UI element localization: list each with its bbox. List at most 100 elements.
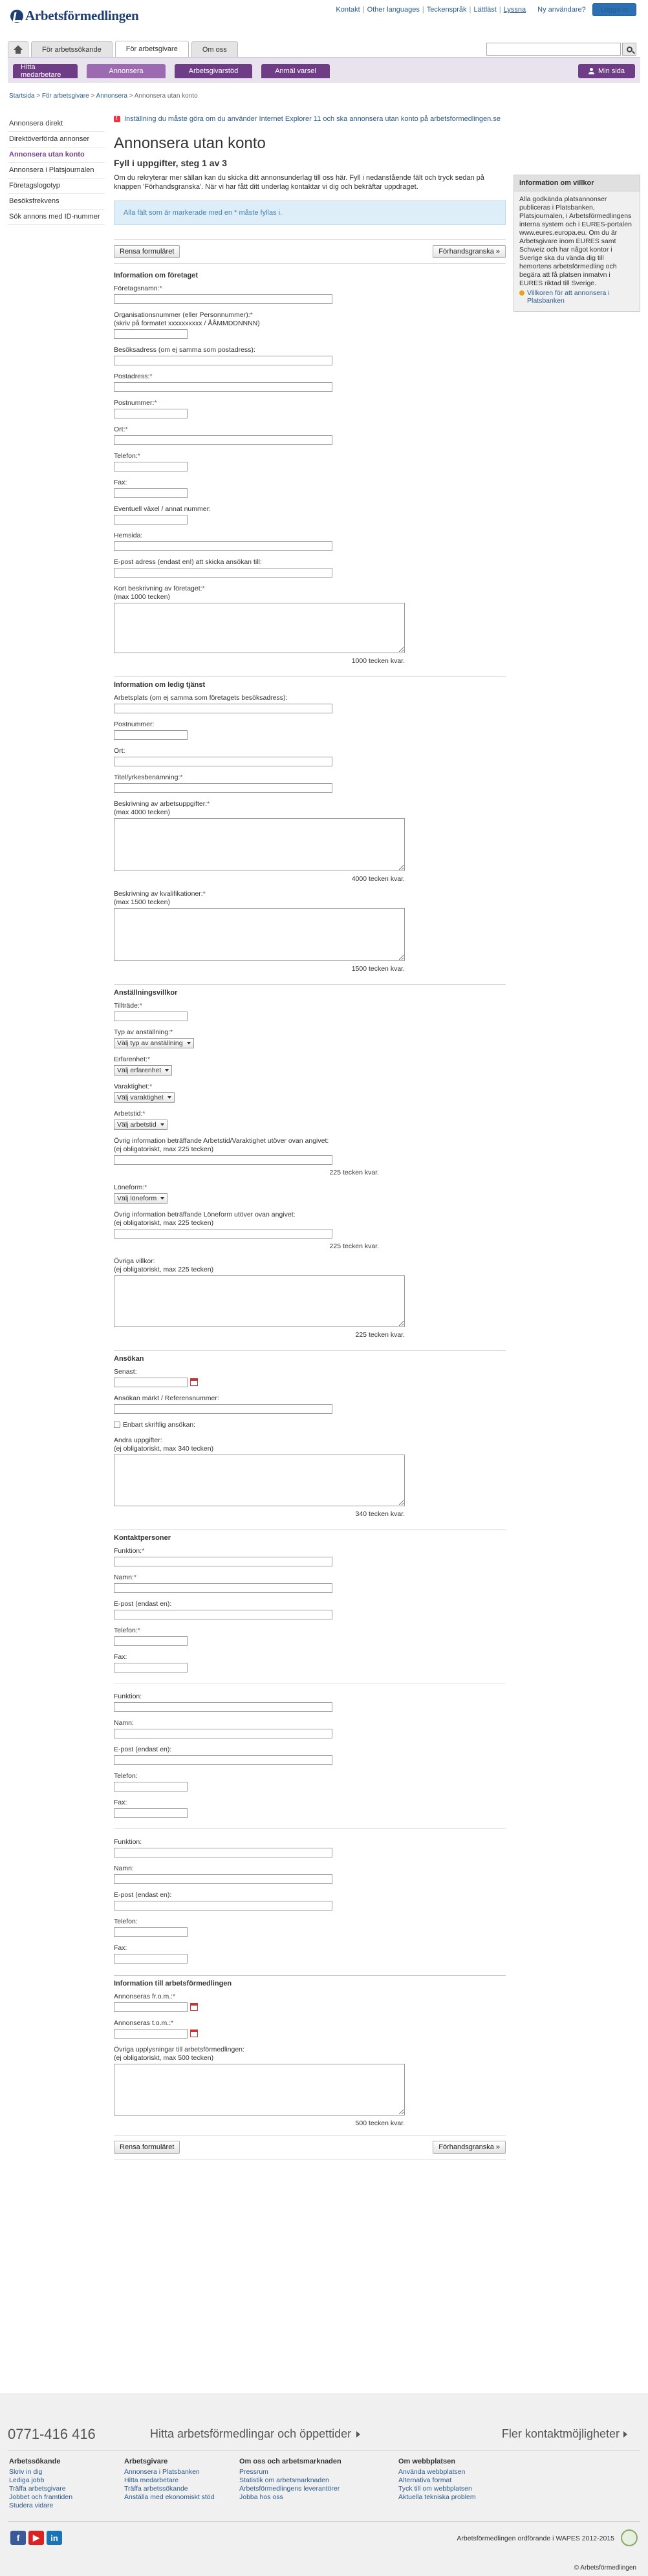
contact-fax-input[interactable] (114, 1808, 188, 1818)
workplace-input[interactable] (114, 704, 332, 713)
post-address-input[interactable] (114, 382, 332, 392)
footer-link[interactable]: Arbetsförmedlingens leverantörer (239, 2485, 398, 2493)
company-name-input[interactable] (114, 294, 332, 304)
footer-link[interactable]: Tyck till om webbplatsen (398, 2485, 513, 2493)
reference-input[interactable] (114, 1404, 332, 1414)
job-ort-input[interactable] (114, 757, 332, 766)
terms-link-text[interactable]: Villkoren för att annonsera i Platsbanke… (527, 289, 634, 305)
sidebar-item-platsjournalen[interactable]: Annonsera i Platsjournalen (8, 163, 105, 179)
footer-more-contact[interactable]: Fler kontaktmöjligheter (502, 2427, 627, 2441)
sidebar-item-besoksfrekvens[interactable]: Besöksfrekvens (8, 194, 105, 210)
switch-input[interactable] (114, 515, 188, 525)
other-hours-input[interactable] (114, 1155, 332, 1165)
terms-link[interactable]: Villkoren för att annonsera i Platsbanke… (514, 288, 640, 306)
footer-find-offices-text[interactable]: Hitta arbetsförmedlingar och öppettider (150, 2427, 351, 2441)
visit-address-input[interactable] (114, 356, 332, 365)
link-other-languages[interactable]: Other languages (367, 6, 420, 14)
contact-function-input[interactable] (114, 1702, 332, 1712)
contact-name-input[interactable] (114, 1583, 332, 1593)
fax-input[interactable] (114, 488, 188, 498)
footer-link[interactable]: Jobbet och framtiden (9, 2493, 124, 2502)
contact-email-input[interactable] (114, 1610, 332, 1619)
reset-form-button[interactable]: Rensa formuläret (114, 2141, 180, 2154)
nav-anmal-varsel[interactable]: Anmäl varsel (261, 64, 330, 78)
hours-select[interactable]: Välj arbetstid (114, 1120, 167, 1130)
contact-phone-input[interactable] (114, 1636, 188, 1646)
other-terms-textarea[interactable] (114, 1275, 405, 1327)
link-lattlast[interactable]: Lättläst (473, 6, 496, 14)
linkedin-icon[interactable]: in (47, 2531, 62, 2545)
link-teckensprak[interactable]: Teckenspråk (427, 6, 467, 14)
contact-email-input[interactable] (114, 1755, 332, 1765)
breadcrumb-item[interactable]: Startsida (9, 92, 34, 100)
written-only-checkbox[interactable] (114, 1422, 120, 1429)
from-date-input[interactable] (114, 2002, 188, 2012)
footer-link[interactable]: Studera vidare (9, 2502, 124, 2510)
last-date-input[interactable] (114, 1378, 188, 1387)
footer-link[interactable]: Skriv in dig (9, 2468, 124, 2476)
homepage-input[interactable] (114, 541, 332, 551)
contact-fax-input[interactable] (114, 1954, 188, 1964)
email-input[interactable] (114, 568, 332, 578)
link-kontakt[interactable]: Kontakt (336, 6, 360, 14)
calendar-icon[interactable] (190, 2029, 198, 2038)
youtube-icon[interactable]: ▶ (28, 2531, 44, 2545)
to-date-input[interactable] (114, 2029, 188, 2039)
footer-link[interactable]: Alternativa format (398, 2476, 513, 2485)
footer-link[interactable]: Anställa med ekonomiskt stöd (124, 2493, 239, 2502)
postnr-input[interactable] (114, 409, 188, 418)
footer-link[interactable]: Pressrum (239, 2468, 398, 2476)
home-tab[interactable] (8, 41, 28, 57)
sidebar-item-utan-konto[interactable]: Annonsera utan konto (8, 147, 105, 163)
login-button[interactable]: Logga in (592, 3, 636, 16)
contact-name-input[interactable] (114, 1729, 332, 1738)
footer-link[interactable]: Aktuella tekniska problem (398, 2493, 513, 2502)
footer-link[interactable]: Annonsera i Platsbanken (124, 2468, 239, 2476)
start-input[interactable] (114, 1012, 188, 1021)
company-desc-textarea[interactable] (114, 603, 405, 653)
footer-link[interactable]: Statistik om arbetsmarknaden (239, 2476, 398, 2485)
sidebar-item-logotyp[interactable]: Företagslogotyp (8, 179, 105, 194)
ie-notice-text[interactable]: Inställning du måste göra om du använder… (124, 115, 501, 123)
contact-email-input[interactable] (114, 1901, 332, 1910)
jobtitle-input[interactable] (114, 783, 332, 793)
nav-annonsera[interactable]: Annonsera (87, 64, 166, 78)
nav-hitta-medarbetare[interactable]: Hitta medarbetare (13, 63, 78, 79)
app-other-textarea[interactable] (114, 1455, 405, 1506)
facebook-icon[interactable]: f (10, 2531, 26, 2545)
contact-function-input[interactable] (114, 1848, 332, 1857)
footer-link[interactable]: Träffa arbetsgivare (9, 2485, 124, 2493)
reset-form-button[interactable]: Rensa formuläret (114, 245, 180, 258)
preview-button[interactable]: Förhandsgranska » (433, 245, 506, 258)
experience-select[interactable]: Välj erfarenhet (114, 1065, 173, 1076)
tasks-textarea[interactable] (114, 818, 405, 871)
preview-button[interactable]: Förhandsgranska » (433, 2141, 506, 2154)
phone-input[interactable] (114, 462, 188, 471)
contact-fax-input[interactable] (114, 1663, 188, 1672)
calendar-icon[interactable] (190, 1378, 198, 1387)
footer-more-contact-text[interactable]: Fler kontaktmöjligheter (502, 2427, 620, 2441)
footer-link[interactable]: Lediga jobb (9, 2476, 124, 2485)
footer-link[interactable]: Hitta medarbetare (124, 2476, 239, 2485)
sidebar-item-direktoverforda[interactable]: Direktöverförda annonser (8, 132, 105, 147)
nav-arbetsgivarstod[interactable]: Arbetsgivarstöd (175, 64, 252, 78)
footer-link[interactable]: Använda webbplatsen (398, 2468, 513, 2476)
logo[interactable]: Arbetsförmedlingen (10, 8, 139, 24)
orgnr-input[interactable] (114, 329, 188, 339)
employment-type-select[interactable]: Välj typ av anställning (114, 1038, 194, 1048)
pay-select[interactable]: Välj löneform (114, 1193, 168, 1204)
search-input[interactable] (486, 43, 621, 56)
footer-link[interactable]: Träffa arbetssökande (124, 2485, 239, 2493)
tab-arbetssokande[interactable]: För arbetssökande (31, 41, 113, 57)
calendar-icon[interactable] (190, 2003, 198, 2011)
footer-link[interactable]: Jobba hos oss (239, 2493, 398, 2502)
ie-notice[interactable]: Inställning du måste göra om du använder… (114, 114, 506, 123)
my-page-button[interactable]: Min sida (578, 64, 635, 78)
new-user-link[interactable]: Ny användare? (537, 6, 586, 14)
ort-input[interactable] (114, 435, 332, 445)
quals-textarea[interactable] (114, 908, 405, 961)
breadcrumb-item[interactable]: För arbetsgivare (42, 92, 89, 100)
search-button[interactable] (622, 43, 636, 56)
af-other-textarea[interactable] (114, 2064, 405, 2116)
contact-function-input[interactable] (114, 1557, 332, 1566)
